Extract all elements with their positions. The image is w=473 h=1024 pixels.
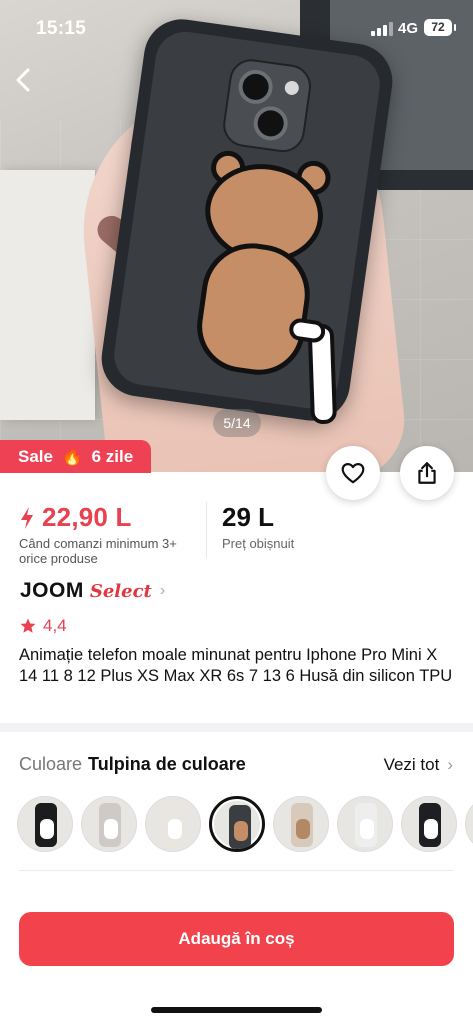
color-swatch[interactable] [273, 796, 329, 852]
rating-value: 4,4 [43, 616, 67, 635]
color-swatch[interactable] [209, 796, 265, 852]
star-icon [20, 618, 36, 633]
regular-price: 29 L [222, 502, 275, 532]
regular-price-label: Preț obișnuit [222, 536, 295, 551]
swatch-figure-image [40, 819, 54, 839]
price-divider [206, 502, 207, 558]
camera-flash [283, 80, 300, 96]
favorite-button[interactable] [326, 446, 380, 500]
chevron-right-icon: › [159, 582, 166, 599]
color-label: Culoare [19, 754, 83, 774]
network-type: 4G [398, 20, 419, 37]
bear-body [191, 236, 317, 381]
image-page-indicator: 5/14 [213, 409, 261, 437]
lightning-icon [21, 506, 33, 529]
brand-logo-joom: JOOM [20, 579, 84, 602]
heart-icon [341, 463, 365, 484]
camera-lens [251, 104, 290, 143]
see-all-label: Vezi tot [383, 755, 440, 774]
home-indicator [151, 1007, 322, 1013]
status-time: 15:15 [36, 18, 87, 39]
chevron-right-icon: › [447, 755, 453, 774]
color-swatch[interactable] [465, 796, 473, 852]
sale-price-condition: Când comanzi minimum 3+ orice produse [19, 536, 177, 566]
sale-price-value: 22,90 L [42, 502, 132, 532]
camera-block [220, 56, 314, 155]
brand-logo-select: Select [89, 580, 152, 602]
swatch-figure-image [234, 821, 248, 841]
swatch-figure-image [424, 819, 438, 839]
phone-case-image [96, 14, 398, 426]
back-button[interactable] [8, 62, 40, 98]
color-swatch-list [17, 796, 473, 854]
color-selector-header: Culoare Tulpina de culoare [19, 754, 246, 775]
share-button[interactable] [400, 446, 454, 500]
color-swatch[interactable] [401, 796, 457, 852]
status-bar: 15:15 4G 72 [0, 0, 473, 56]
swatch-figure-image [104, 819, 118, 839]
phone-case-body [110, 28, 384, 425]
signal-icon [371, 22, 393, 36]
sale-duration: 6 zile [91, 447, 134, 466]
sale-price: 22,90 L [20, 502, 132, 533]
sale-badge: Sale 🔥 6 zile [0, 440, 152, 473]
sale-label: Sale [18, 447, 53, 466]
share-icon [418, 462, 436, 484]
see-all-link[interactable]: Vezi tot › [384, 755, 453, 775]
swatch-figure-image [296, 819, 310, 839]
battery-icon: 72 [424, 19, 456, 36]
swatch-figure-image [360, 819, 374, 839]
camera-lens [236, 67, 275, 107]
divider [19, 870, 454, 871]
color-swatch[interactable] [81, 796, 137, 852]
product-rating[interactable]: 4,4 [19, 616, 67, 636]
chevron-left-icon [16, 68, 30, 92]
add-to-cart-button[interactable]: Adaugă în coș [19, 912, 454, 966]
product-title: Animație telefon moale minunat pentru Ip… [19, 646, 453, 685]
section-separator [0, 723, 473, 732]
color-swatch[interactable] [337, 796, 393, 852]
swatch-figure-image [168, 819, 182, 839]
color-swatch[interactable] [145, 796, 201, 852]
product-image-gallery[interactable]: 5/14 [0, 0, 473, 472]
color-selected-value: Tulpina de culoare [88, 754, 246, 774]
brand-link[interactable]: JOOM Select › [20, 579, 165, 603]
background-step [0, 170, 95, 420]
fire-icon: 🔥 [61, 447, 83, 466]
color-swatch[interactable] [17, 796, 73, 852]
